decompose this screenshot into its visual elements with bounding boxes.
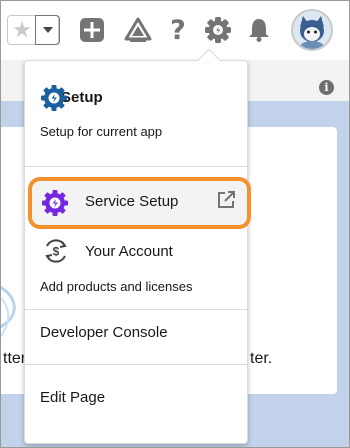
edit-page-menu-item[interactable]: Edit Page — [40, 389, 105, 406]
svg-text:$: $ — [53, 245, 60, 259]
service-gear-icon — [41, 189, 69, 222]
background-text-left: tter — [3, 350, 27, 367]
user-avatar[interactable] — [291, 9, 333, 51]
setup-gear-button[interactable] — [201, 12, 235, 48]
menu-divider — [25, 166, 247, 167]
external-link-icon[interactable] — [216, 190, 236, 215]
favorites-menu-button[interactable] — [35, 15, 60, 45]
trailhead-icon — [124, 17, 152, 42]
help-button[interactable]: ? — [164, 16, 192, 44]
developer-console-menu-item[interactable]: Developer Console — [40, 324, 168, 341]
menu-divider — [25, 309, 247, 310]
bell-icon — [249, 19, 269, 42]
background-text-right: ter. — [250, 350, 273, 367]
plus-icon — [80, 18, 104, 42]
menu-divider — [25, 364, 247, 365]
question-icon: ? — [170, 14, 186, 46]
favorites-group: ★ — [7, 15, 60, 45]
your-account-description: Add products and licenses — [40, 279, 193, 294]
notifications-button[interactable] — [245, 16, 273, 44]
global-header: ★ ? — [0, 0, 350, 60]
setup-menu-gear-icon — [40, 84, 68, 117]
star-icon[interactable]: ★ — [8, 16, 36, 44]
trailhead-button[interactable] — [124, 16, 152, 44]
setup-description: Setup for current app — [40, 124, 163, 139]
service-setup-label: Service Setup — [85, 193, 179, 210]
global-actions-button[interactable] — [78, 16, 106, 44]
avatar-icon — [293, 11, 331, 49]
gear-icon — [205, 17, 231, 43]
chevron-down-icon — [42, 27, 53, 33]
your-account-menu-item[interactable]: Your Account — [85, 243, 173, 260]
info-icon[interactable]: i — [319, 80, 334, 95]
account-dollar-icon: $ — [43, 238, 69, 269]
